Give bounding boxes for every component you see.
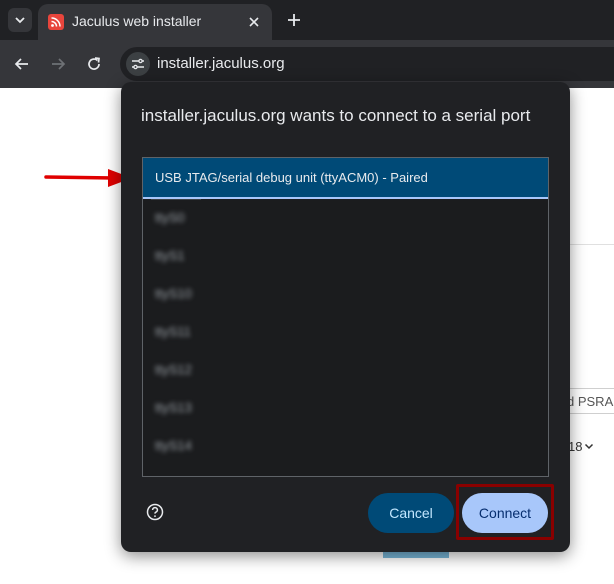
close-icon [249,17,259,27]
forward-button[interactable] [46,52,70,76]
tab-close-button[interactable] [244,12,264,32]
device-item[interactable]: ttyS1 [143,237,548,275]
device-label: ttyS14 [155,438,192,453]
site-settings-icon [132,58,144,70]
new-tab-button[interactable] [282,8,306,32]
tab-strip: Jaculus web installer [0,0,614,40]
plus-icon [288,14,300,26]
device-divider [151,199,201,200]
device-label: USB JTAG/serial debug unit (ttyACM0) - P… [155,170,428,185]
chevron-down-icon [585,443,594,450]
reload-icon [88,57,100,70]
device-label: ttyS10 [155,286,192,301]
device-item[interactable]: ttyS0 [143,199,548,237]
help-button[interactable] [144,501,166,523]
page-select-value: 18 [568,438,583,454]
device-label: ttyS12 [155,362,192,377]
device-item-selected[interactable]: USB JTAG/serial debug unit (ttyACM0) - P… [143,158,548,199]
page-select-partial[interactable]: 18 [568,436,604,456]
device-item[interactable]: ttyS11 [143,313,548,351]
connect-button[interactable]: Connect [462,493,548,533]
cancel-button[interactable]: Cancel [368,493,454,533]
page-divider [568,244,614,245]
browser-tab[interactable]: Jaculus web installer [38,4,272,40]
device-label: ttyS0 [155,210,185,225]
reload-button[interactable] [82,52,106,76]
url-text[interactable]: installer.jaculus.org [157,55,285,72]
forward-icon [52,58,66,70]
dialog-title: installer.jaculus.org wants to connect t… [141,106,531,125]
device-label: ttyS11 [155,324,191,339]
address-bar[interactable]: installer.jaculus.org [120,47,614,81]
tab-search-button[interactable] [8,8,32,32]
device-list[interactable]: USB JTAG/serial debug unit (ttyACM0) - P… [142,157,549,477]
device-item[interactable]: ttyS14 [143,427,548,465]
device-label: ttyS1 [155,248,185,263]
device-label: ttyS13 [155,400,192,415]
device-item[interactable]: ttyS12 [143,351,548,389]
device-item[interactable]: ttyS10 [143,275,548,313]
chevron-down-icon [15,17,25,24]
rss-feed-icon [48,14,64,30]
back-button[interactable] [10,52,34,76]
help-circle-icon [146,503,164,521]
site-settings-button[interactable] [126,52,150,76]
device-item[interactable]: ttyS13 [143,389,548,427]
back-icon [14,58,28,70]
tab-title: Jaculus web installer [72,13,202,29]
serial-port-dialog: installer.jaculus.org wants to connect t… [121,82,570,552]
